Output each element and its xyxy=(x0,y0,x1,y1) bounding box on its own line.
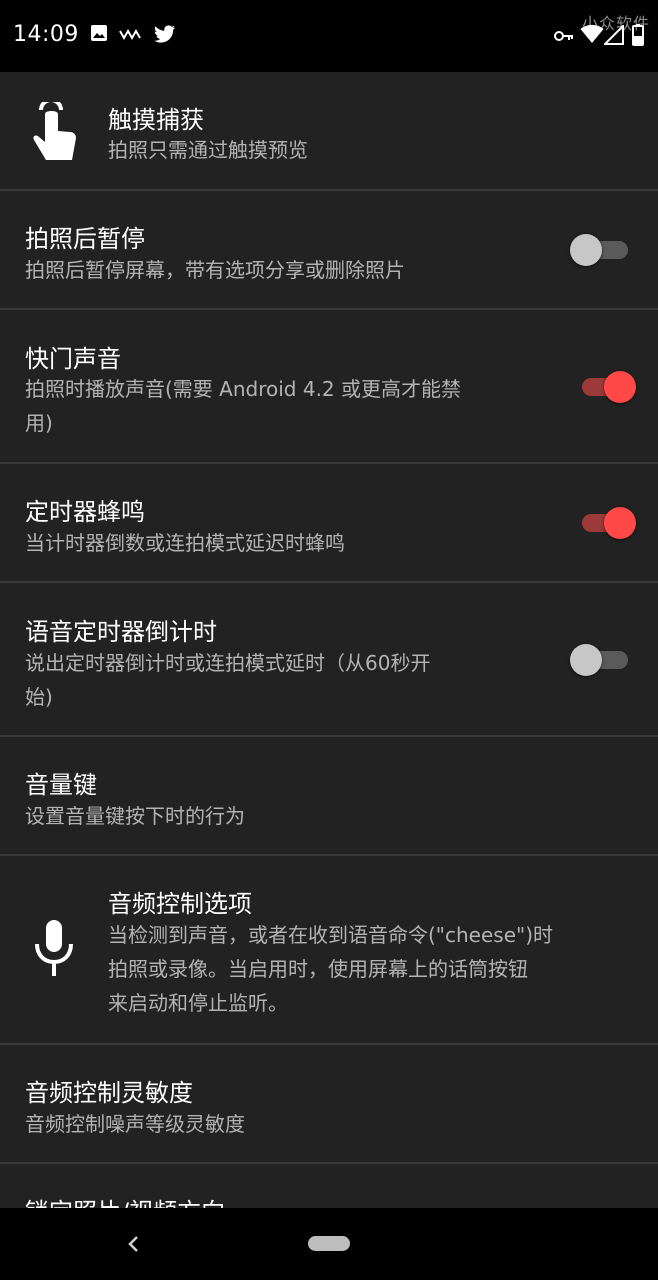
toggle-thumb xyxy=(570,644,602,676)
setting-summary-line: 说出定时器倒计时或连拍模式延时（从60秒开 xyxy=(25,651,431,675)
shutter-sound-toggle[interactable] xyxy=(582,367,636,407)
setting-volume-keys[interactable]: 音量键 设置音量键按下时的行为 xyxy=(0,737,658,856)
pause-after-photo-toggle[interactable] xyxy=(570,230,634,270)
twitter-icon xyxy=(154,25,176,43)
setting-summary-line: 当检测到声音，或者在收到语音命令("cheese")时 xyxy=(108,923,554,947)
setting-title: 触摸捕获 xyxy=(108,106,204,134)
battery-icon xyxy=(632,24,644,46)
setting-summary-line: 拍照时播放声音(需要 Android 4.2 或更高才能禁 xyxy=(25,377,462,401)
setting-title: 快门声音 xyxy=(25,345,121,373)
setting-summary: 当计时器倒数或连拍模式延迟时蜂鸣 xyxy=(25,531,345,555)
setting-summary: 拍照只需通过触摸预览 xyxy=(108,138,308,162)
toggle-thumb xyxy=(604,507,636,539)
setting-touch-capture[interactable]: 触摸捕获 拍照只需通过触摸预览 xyxy=(0,72,658,191)
toggle-thumb xyxy=(604,371,636,403)
back-chevron-icon[interactable] xyxy=(126,1235,140,1253)
image-icon xyxy=(91,25,107,41)
setting-summary: 设置音量键按下时的行为 xyxy=(25,804,245,828)
setting-summary-line: 来启动和停止监听。 xyxy=(108,991,288,1015)
setting-summary: 拍照后暂停屏幕，带有选项分享或删除照片 xyxy=(25,258,405,282)
setting-shutter-sound[interactable]: 快门声音 拍照时播放声音(需要 Android 4.2 或更高才能禁 用) xyxy=(0,310,658,464)
timer-beep-toggle[interactable] xyxy=(582,503,636,543)
voice-timer-toggle[interactable] xyxy=(570,640,634,680)
setting-title: 音频控制灵敏度 xyxy=(25,1079,193,1107)
settings-list: 触摸捕获 拍照只需通过触摸预览 拍照后暂停 拍照后暂停屏幕，带有选项分享或删除照… xyxy=(0,72,658,1280)
key-icon xyxy=(554,31,573,41)
setting-timer-beep[interactable]: 定时器蜂鸣 当计时器倒数或连拍模式延迟时蜂鸣 xyxy=(0,464,658,583)
setting-title: 语音定时器倒计时 xyxy=(25,618,217,646)
status-bar: 14:09 小众软件 xyxy=(0,0,658,72)
setting-audio-control[interactable]: 音频控制选项 当检测到声音，或者在收到语音命令("cheese")时 拍照或录像… xyxy=(0,856,658,1045)
setting-summary: 音频控制噪声等级灵敏度 xyxy=(25,1112,245,1136)
home-pill-icon[interactable] xyxy=(308,1236,350,1251)
microphone-icon xyxy=(35,920,73,976)
setting-summary-line: 始) xyxy=(25,685,53,709)
setting-voice-timer-countdown[interactable]: 语音定时器倒计时 说出定时器倒计时或连拍模式延时（从60秒开 始) xyxy=(0,583,658,737)
setting-audio-sensitivity[interactable]: 音频控制灵敏度 音频控制噪声等级灵敏度 xyxy=(0,1045,658,1164)
setting-summary-line: 拍照或录像。当启用时，使用屏幕上的话筒按钮 xyxy=(108,957,528,981)
signal-waves-icon xyxy=(119,28,141,40)
setting-title: 拍照后暂停 xyxy=(25,225,145,253)
setting-title: 定时器蜂鸣 xyxy=(25,498,145,526)
wifi-icon xyxy=(580,24,604,43)
setting-summary-line: 用) xyxy=(25,411,53,435)
setting-title: 音量键 xyxy=(25,771,97,799)
setting-title: 音频控制选项 xyxy=(108,890,252,918)
touch-hand-icon xyxy=(33,102,76,160)
settings-screen: 14:09 小众软件 触摸捕获 拍照只需通过触摸预览 拍照后暂停 拍照后暂停屏幕… xyxy=(0,0,658,1280)
status-time: 14:09 xyxy=(13,22,79,47)
cell-signal-icon xyxy=(604,25,624,45)
setting-pause-after-photo[interactable]: 拍照后暂停 拍照后暂停屏幕，带有选项分享或删除照片 xyxy=(0,191,658,310)
toggle-thumb xyxy=(570,234,602,266)
